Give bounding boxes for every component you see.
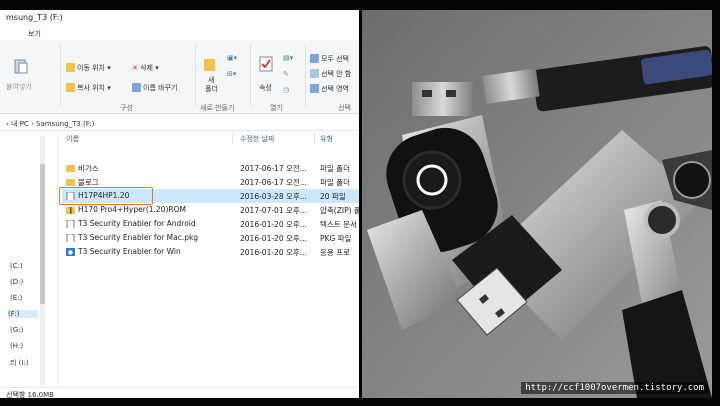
select-group-label: 선택 (338, 104, 351, 112)
copy-to-icon (66, 83, 75, 92)
file-name: T3 Security Enabler for Mac.pkg (78, 233, 199, 242)
file-name: H170 Pro4+Hyper(1.20)ROM (78, 205, 186, 214)
column-divider (314, 132, 315, 144)
divider (250, 44, 251, 106)
nav-drive-e[interactable]: (E:) (10, 294, 22, 302)
scrollbar-thumb[interactable] (40, 164, 45, 304)
rename-button[interactable]: 이름 바꾸기 (132, 83, 177, 93)
rename-label: 이름 바꾸기 (143, 84, 178, 92)
file-row[interactable]: T3 Security Enabler for Android 2016-01-… (62, 217, 359, 231)
file-date: 2016-03-28 오후... (240, 192, 307, 201)
status-bar: 선택함 16.0MB (0, 387, 359, 398)
address-bar[interactable]: › 내 PC › Samsung_T3 (F:) (0, 115, 359, 131)
delete-icon: ✕ (132, 64, 138, 72)
file-name: 비가스 (78, 164, 99, 173)
delete-label: 삭제 (140, 64, 153, 72)
file-name: T3 Security Enabler for Android (78, 219, 196, 228)
select-all-label: 모두 선택 (321, 55, 349, 63)
properties-icon (259, 56, 273, 74)
select-none-label: 선택 안 함 (321, 70, 352, 78)
move-to-button[interactable]: 이동 위치 ▾ (66, 63, 111, 73)
invert-selection-label: 선택 영역 (321, 85, 349, 93)
open-group-label: 열기 (270, 104, 283, 112)
file-date: 2017-06-17 오전... (240, 164, 307, 173)
zip-folder-icon (66, 207, 75, 214)
copy-to-button[interactable]: 복사 위치 ▾ (66, 83, 111, 93)
delete-button[interactable]: ✕ 삭제 ▾ (132, 63, 159, 73)
easy-access-icon[interactable]: ⊞▾ (227, 70, 236, 78)
rename-icon (132, 83, 141, 92)
document-icon (66, 234, 75, 242)
file-type: 20 파일 (320, 192, 346, 201)
file-date: 2016-01-20 오후... (240, 248, 307, 257)
folder-icon (66, 179, 75, 186)
file-date: 2017-06-17 오전... (240, 178, 307, 187)
nav-drive-c[interactable]: (C:) (10, 262, 23, 270)
file-date: 2016-01-20 오후... (240, 220, 307, 229)
column-header-name[interactable]: 이름 (66, 134, 79, 144)
open-icon[interactable]: ▤▾ (283, 54, 293, 62)
folder-icon (66, 165, 75, 172)
file-type: 응용 프로 (320, 248, 350, 257)
nav-drive-i[interactable]: 리 (I:) (10, 358, 29, 368)
file-name: T3 Security Enabler for Win (78, 247, 181, 256)
invert-selection-button[interactable]: 선택 영역 (310, 84, 349, 94)
nav-drive-h[interactable]: (H:) (10, 342, 23, 350)
file-type: 압축(ZIP) 폴 (320, 206, 359, 215)
new-folder-icon (204, 57, 216, 73)
history-icon[interactable]: ◷ (283, 86, 289, 94)
move-to-icon (66, 63, 75, 72)
select-all-button[interactable]: 모두 선택 (310, 54, 349, 64)
new-item-icon[interactable]: ▣▾ (227, 54, 237, 62)
file-type: PKG 파일 (320, 234, 352, 243)
usb-drives-illustration (362, 10, 712, 398)
divider (60, 44, 61, 106)
select-all-icon (310, 54, 319, 63)
move-to-label: 이동 위치 (77, 64, 105, 72)
new-folder-button[interactable]: 폴더 (205, 84, 218, 94)
highlight-box (59, 187, 153, 205)
column-header-date[interactable]: 수정한 날짜 (240, 134, 274, 144)
ribbon-tabs: 보기 (10, 29, 59, 39)
new-group-label: 새로 만들기 (200, 104, 235, 112)
navigation-pane: (C:) (D:) (E:) (F:) (G:) (H:) 리 (I:) (0, 132, 58, 387)
file-type: 파일 폴더 (320, 178, 350, 187)
nav-scrollbar[interactable] (40, 136, 45, 386)
divider (305, 44, 306, 106)
file-date: 2017-07-01 오후... (240, 206, 307, 215)
application-icon (66, 248, 75, 256)
file-row[interactable]: H170 Pro4+Hyper(1.20)ROM 2017-07-01 오후..… (62, 203, 359, 217)
edit-icon[interactable]: ✎ (283, 70, 289, 78)
file-row[interactable]: T3 Security Enabler for Win 2016-01-20 오… (62, 245, 359, 259)
file-type: 파일 폴더 (320, 164, 350, 173)
column-header-type[interactable]: 유형 (320, 134, 333, 144)
invert-selection-icon (310, 84, 319, 93)
select-none-button[interactable]: 선택 안 함 (310, 69, 351, 79)
column-divider (232, 132, 233, 144)
window-title: msung_T3 (F:) (6, 13, 63, 22)
nav-drive-d[interactable]: (D:) (10, 278, 23, 286)
select-none-icon (310, 69, 319, 78)
watermark: http://ccf1007overmen.tistory.com (521, 382, 708, 394)
file-type: 텍스트 문서 (320, 220, 357, 229)
document-icon (66, 220, 75, 228)
nav-drive-g[interactable]: (G:) (10, 326, 23, 334)
paste-button[interactable]: 붙여넣기 (6, 82, 32, 92)
file-row[interactable]: T3 Security Enabler for Mac.pkg 2016-01-… (62, 231, 359, 245)
paste-icon (14, 58, 28, 76)
file-row[interactable]: 비가스 2017-06-17 오전... 파일 폴더 (62, 161, 359, 175)
file-explorer-window: msung_T3 (F:) 보기 붙여넣기 이동 위치 ▾ 복사 위치 ▾ ✕ … (0, 10, 359, 398)
usb-drive-top-left (412, 82, 474, 116)
copy-to-label: 복사 위치 (77, 84, 105, 92)
organize-group-label: 구성 (120, 104, 133, 112)
file-date: 2016-01-20 오후... (240, 234, 307, 243)
tab-view[interactable]: 보기 (28, 30, 41, 38)
screenshot-frame: msung_T3 (F:) 보기 붙여넣기 이동 위치 ▾ 복사 위치 ▾ ✕ … (0, 0, 720, 406)
properties-button[interactable]: 속성 (259, 83, 272, 93)
ribbon: 붙여넣기 이동 위치 ▾ 복사 위치 ▾ ✕ 삭제 ▾ 이름 바꾸기 구성 새 … (0, 40, 359, 114)
nav-drive-f[interactable]: (F:) (8, 310, 38, 318)
divider (195, 44, 196, 106)
usb-drives-photo: http://ccf1007overmen.tistory.com (362, 10, 712, 398)
